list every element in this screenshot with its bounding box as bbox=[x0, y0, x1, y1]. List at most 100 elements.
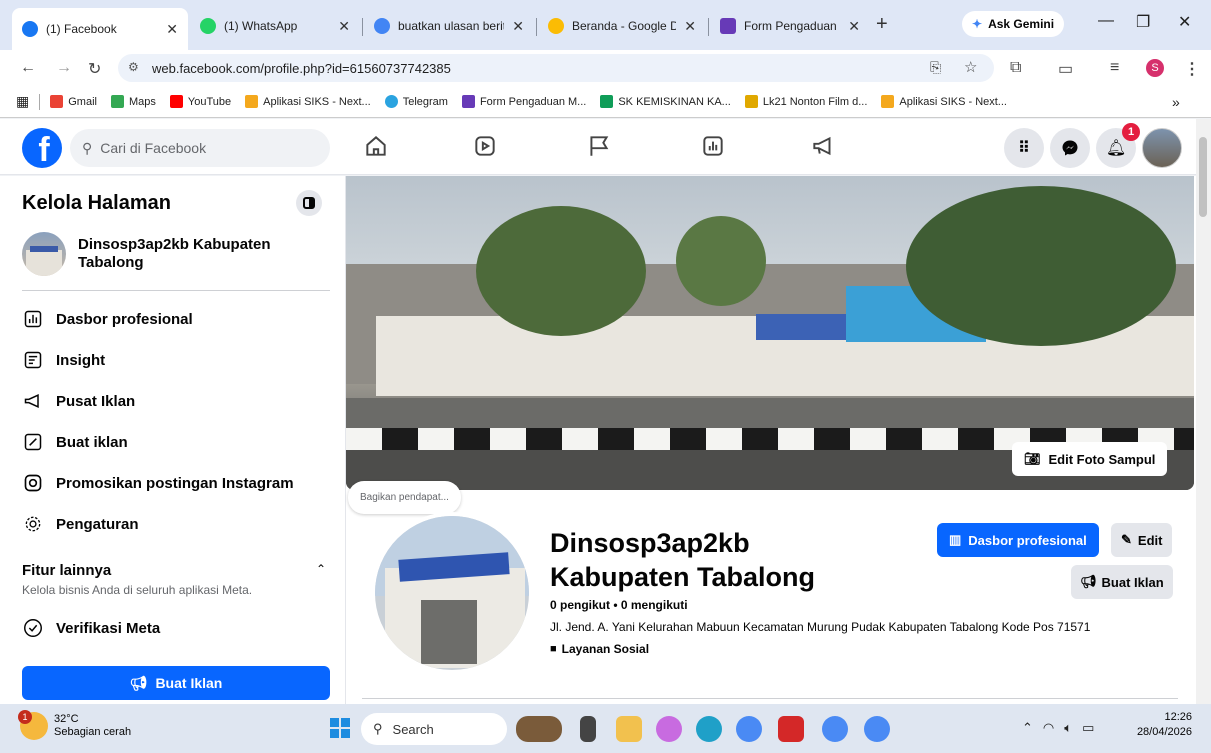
ask-gemini-button[interactable]: ✦ Ask Gemini bbox=[962, 11, 1065, 37]
megaphone-icon[interactable] bbox=[810, 133, 836, 159]
dashboard-icon[interactable] bbox=[700, 133, 726, 159]
manage-page-sidebar: Kelola Halaman Dinsosp3ap2kb Kabupaten T… bbox=[0, 176, 346, 704]
menu-dots-icon[interactable]: ⋮ bbox=[1184, 59, 1200, 79]
scrollbar-thumb[interactable] bbox=[1199, 137, 1207, 217]
forward-icon[interactable]: → bbox=[56, 59, 72, 77]
bookmark-maps[interactable]: Maps bbox=[110, 95, 156, 108]
copilot-icon[interactable] bbox=[656, 716, 682, 742]
close-icon[interactable]: ✕ bbox=[684, 18, 696, 35]
taskbar-search-input[interactable]: ⚲ Search bbox=[361, 713, 507, 745]
profile-picture[interactable] bbox=[371, 512, 533, 674]
tab-google-search[interactable]: buatkan ulasan berita ✕ bbox=[364, 8, 534, 44]
back-icon[interactable]: ← bbox=[20, 59, 36, 77]
weather-widget[interactable]: 1 32°C Sebagian cerah bbox=[18, 710, 131, 740]
volume-icon[interactable]: 🔈︎ bbox=[1064, 720, 1072, 736]
edge-icon[interactable] bbox=[696, 716, 722, 742]
insight-icon bbox=[22, 349, 44, 371]
acrobat-icon[interactable] bbox=[778, 716, 804, 742]
bookmark-gmail[interactable]: Gmail bbox=[50, 95, 97, 108]
close-icon[interactable]: ✕ bbox=[848, 18, 860, 35]
new-tab-icon[interactable]: + bbox=[876, 13, 888, 36]
profile-avatar[interactable]: S bbox=[1146, 59, 1164, 77]
close-icon[interactable]: ✕ bbox=[338, 18, 350, 35]
follower-stats[interactable]: 0 pengikut • 0 mengikuti bbox=[550, 598, 688, 612]
forms-icon bbox=[461, 95, 475, 108]
page-name[interactable]: Dinsosp3ap2kb Kabupaten Tabalong bbox=[78, 236, 298, 272]
close-icon[interactable]: ✕ bbox=[512, 18, 524, 35]
battery-icon[interactable]: ▭ bbox=[1082, 720, 1094, 736]
tab-form-pengaduan[interactable]: Form Pengaduan Ma ✕ bbox=[710, 8, 870, 44]
chrome-profile-2-icon[interactable] bbox=[864, 716, 890, 742]
note-bubble[interactable]: Bagikan pendapat... bbox=[348, 481, 461, 514]
whatsapp-favicon-icon bbox=[200, 18, 216, 34]
address-toolbar: ← → ↻ ⚙ web.facebook.com/profile.php?id=… bbox=[0, 50, 1211, 86]
professional-dashboard-button[interactable]: ▥ Dasbor profesional bbox=[937, 523, 1099, 557]
search-highlight-icon[interactable] bbox=[516, 716, 562, 742]
sidebar-item-verifikasi-meta[interactable]: Verifikasi Meta bbox=[22, 610, 160, 646]
reading-mode-icon[interactable]: ▭ bbox=[1058, 59, 1073, 79]
megaphone-icon: 📢︎ bbox=[129, 674, 148, 691]
bookmark-siks[interactable]: Aplikasi SIKS - Next... bbox=[245, 95, 371, 108]
create-ad-button[interactable]: 📢︎ Buat Iklan bbox=[22, 666, 330, 700]
home-icon[interactable] bbox=[363, 133, 389, 159]
bookmark-star-icon[interactable]: ☆ bbox=[964, 58, 977, 76]
close-icon[interactable]: ✕ bbox=[166, 21, 178, 38]
bookmark-sk-kemiskinan[interactable]: SK KEMISKINAN KA... bbox=[600, 95, 731, 108]
sidebar-item-pusat-iklan[interactable]: Pusat Iklan bbox=[22, 383, 135, 419]
tab-facebook[interactable]: (1) Facebook ✕ bbox=[12, 8, 188, 50]
bookmark-telegram[interactable]: Telegram bbox=[384, 95, 448, 108]
divider bbox=[22, 290, 330, 291]
account-avatar[interactable] bbox=[1142, 128, 1182, 168]
edit-profile-button[interactable]: ✎ Edit bbox=[1111, 523, 1173, 557]
playlist-icon[interactable]: ≡ bbox=[1110, 59, 1119, 77]
sidebar-item-insight[interactable]: Insight bbox=[22, 342, 105, 378]
bookmark-youtube[interactable]: YouTube bbox=[169, 95, 231, 108]
site-info-icon[interactable]: ⚙ bbox=[128, 60, 139, 74]
tab-whatsapp[interactable]: (1) WhatsApp ✕ bbox=[190, 8, 360, 44]
install-app-icon[interactable]: ⎘ bbox=[930, 59, 941, 76]
search-input[interactable]: ⚲ Cari di Facebook bbox=[70, 129, 330, 167]
more-features-title[interactable]: Fitur lainnya bbox=[22, 562, 111, 579]
sidebar-item-buat-iklan[interactable]: Buat iklan bbox=[22, 424, 128, 460]
task-view-icon[interactable] bbox=[580, 716, 596, 742]
reload-icon[interactable]: ↻ bbox=[88, 59, 101, 79]
restore-icon[interactable]: ❐ bbox=[1136, 12, 1150, 32]
chrome-icon[interactable] bbox=[736, 716, 762, 742]
wifi-icon[interactable]: ◠ bbox=[1043, 720, 1054, 736]
bookmark-lk21[interactable]: Lk21 Nonton Film d... bbox=[744, 95, 867, 108]
video-icon[interactable] bbox=[472, 133, 498, 159]
create-ad-profile-button[interactable]: 📢︎ Buat Iklan bbox=[1071, 565, 1173, 599]
start-button[interactable] bbox=[330, 718, 350, 738]
chrome-profile-icon[interactable] bbox=[822, 716, 848, 742]
url-input[interactable]: ⚙ web.facebook.com/profile.php?id=615607… bbox=[118, 54, 994, 82]
apps-grid-icon[interactable]: ▦ bbox=[16, 93, 29, 110]
notification-badge: 1 bbox=[1122, 123, 1140, 141]
temperature: 32°C bbox=[54, 713, 79, 725]
page-address: Jl. Jend. A. Yani Kelurahan Mabuun Kecam… bbox=[550, 620, 1091, 634]
menu-grid-button[interactable]: ⠿ bbox=[1004, 128, 1044, 168]
gear-icon bbox=[22, 513, 44, 535]
sidebar-item-promosikan-instagram[interactable]: Promosikan postingan Instagram bbox=[22, 465, 294, 501]
bookmark-form-pengaduan[interactable]: Form Pengaduan M... bbox=[461, 95, 586, 108]
chevron-up-icon[interactable]: ⌃ bbox=[1022, 720, 1033, 736]
file-explorer-icon[interactable] bbox=[616, 716, 642, 742]
edit-cover-photo-button[interactable]: 📷︎ Edit Foto Sampul bbox=[1012, 442, 1168, 476]
close-window-icon[interactable]: ✕ bbox=[1178, 12, 1191, 32]
sidebar-item-pengaturan[interactable]: Pengaturan bbox=[22, 506, 139, 542]
more-bookmarks-icon[interactable]: » bbox=[1172, 94, 1180, 110]
sidebar-toggle-button[interactable] bbox=[296, 190, 322, 216]
sidebar-item-dasbor[interactable]: Dasbor profesional bbox=[22, 301, 193, 337]
minimize-icon[interactable]: — bbox=[1098, 12, 1114, 30]
page-avatar[interactable] bbox=[22, 232, 66, 276]
extensions-icon[interactable]: ⧉ bbox=[1010, 59, 1021, 77]
chevron-up-icon[interactable]: ⌃ bbox=[316, 562, 326, 576]
pages-flag-icon[interactable] bbox=[586, 133, 612, 159]
tab-google-drive[interactable]: Beranda - Google Dri ✕ bbox=[538, 8, 706, 44]
messenger-button[interactable] bbox=[1050, 128, 1090, 168]
facebook-header: f ⚲ Cari di Facebook ⠿ 🔔︎ 1 bbox=[0, 119, 1196, 175]
siks-icon bbox=[881, 95, 895, 108]
bookmark-siks-2[interactable]: Aplikasi SIKS - Next... bbox=[881, 95, 1007, 108]
clock[interactable]: 12:26 28/04/2026 bbox=[1130, 710, 1192, 740]
facebook-logo[interactable]: f bbox=[22, 128, 62, 168]
page-scrollbar[interactable] bbox=[1196, 119, 1211, 704]
